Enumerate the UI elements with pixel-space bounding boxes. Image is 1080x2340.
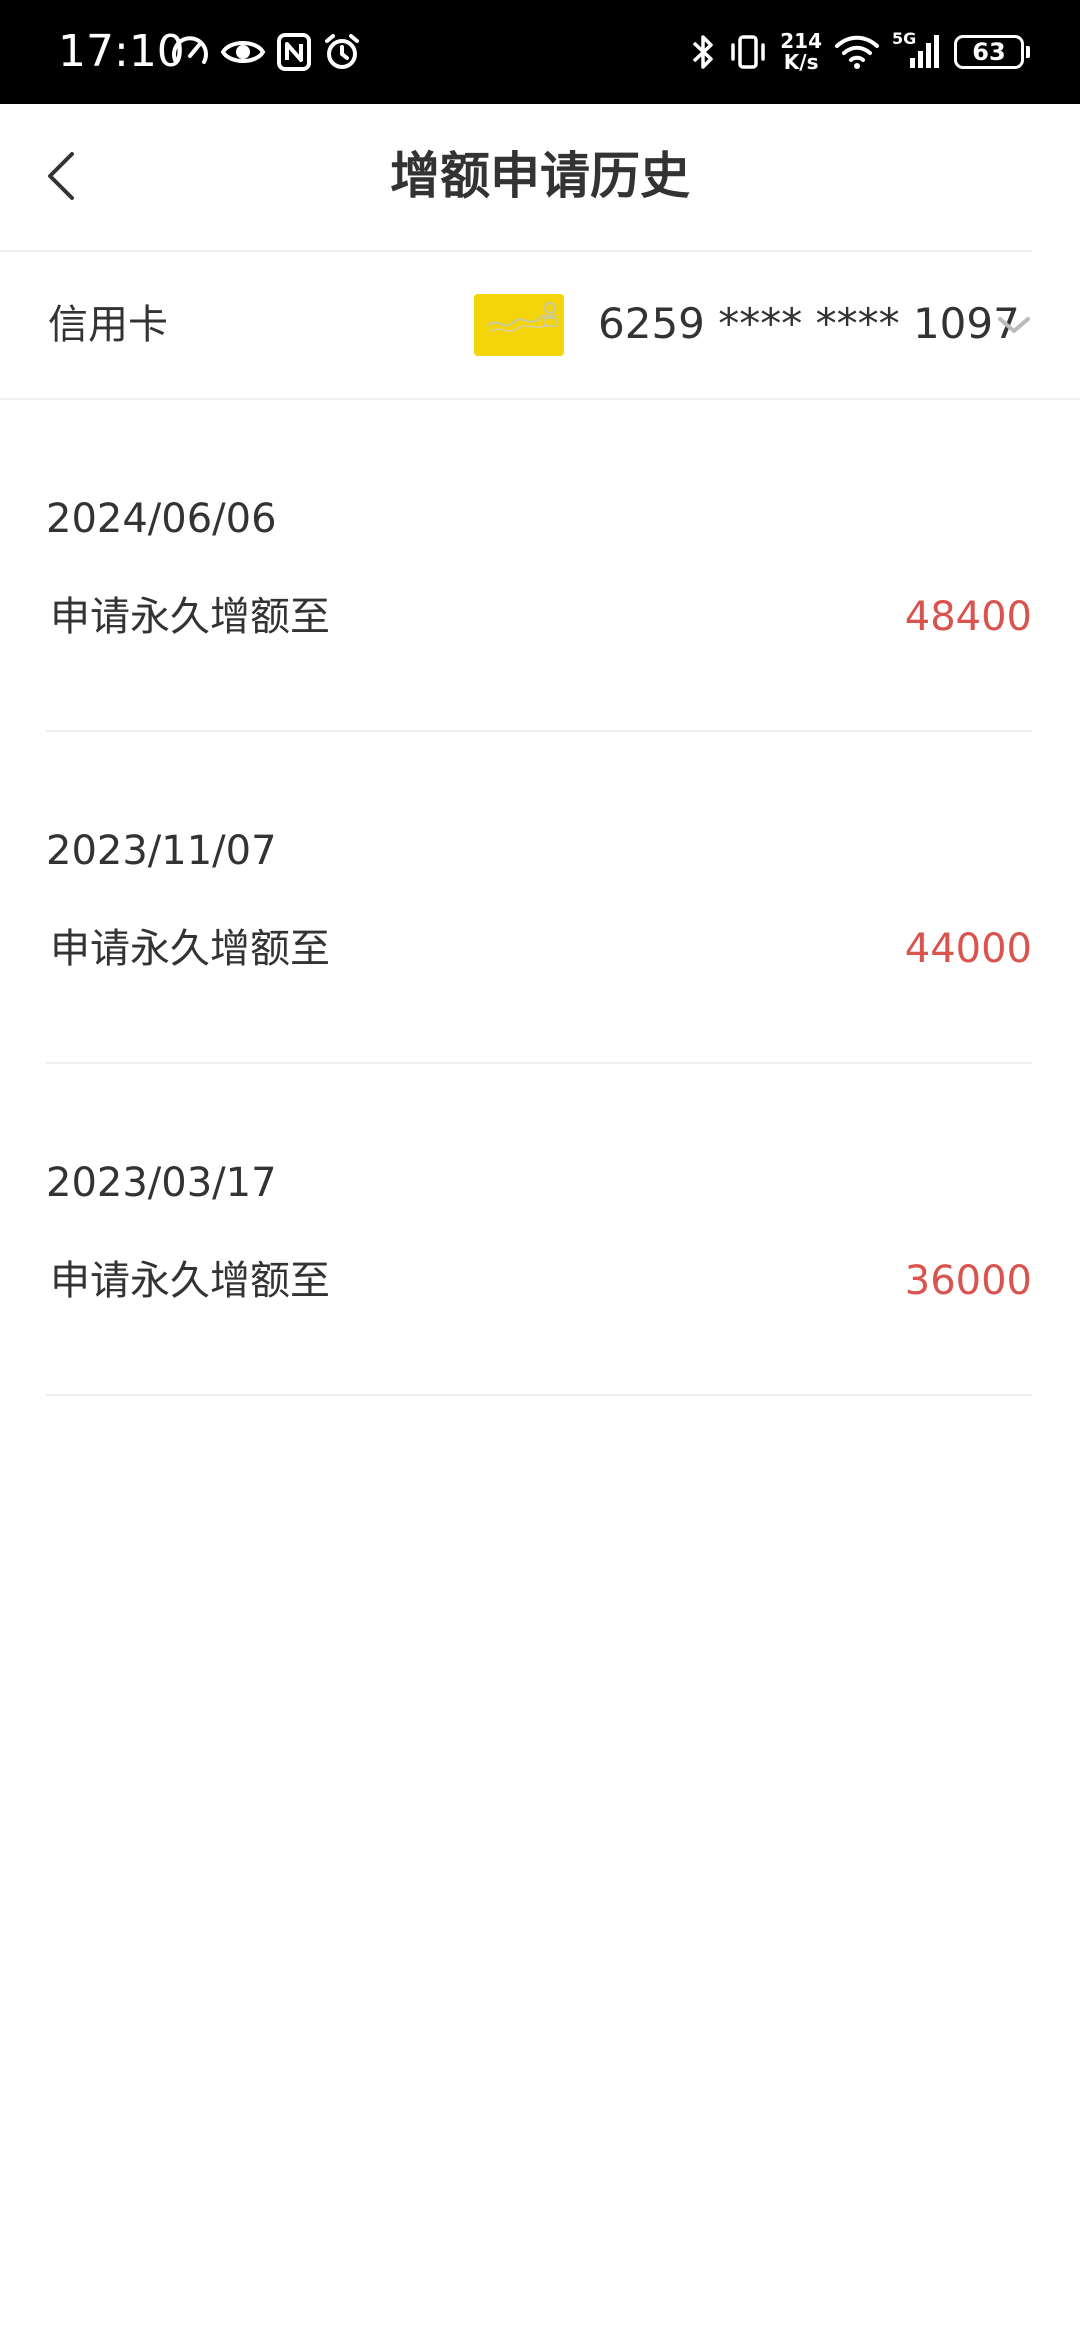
history-amount: 36000 (904, 1258, 1032, 1304)
history-divider (46, 1394, 1032, 1396)
wifi-icon (835, 35, 879, 69)
nav-bar: 增额申请历史 (0, 104, 1080, 250)
history-date: 2023/11/07 (46, 828, 277, 874)
card-selector[interactable]: 信用卡 6259 **** **** 1097 (0, 252, 1080, 398)
history-description: 申请永久增额至 (50, 926, 330, 972)
card-dropdown-toggle[interactable] (994, 310, 1034, 340)
card-type-label: 信用卡 (48, 302, 168, 348)
net-speed-unit: K/s (783, 50, 819, 74)
history-item[interactable]: 2023/11/07 申请永久增额至 44000 (0, 732, 1080, 1064)
net-speed-value: 214 (780, 29, 822, 53)
card-art-icon (474, 294, 564, 356)
history-date: 2024/06/06 (46, 496, 277, 542)
history-amount: 44000 (904, 926, 1032, 972)
eye-icon (220, 41, 266, 63)
net-speed: 214 K/s (780, 31, 822, 73)
history-description: 申请永久增额至 (50, 1258, 330, 1304)
history-date: 2023/03/17 (46, 1160, 277, 1206)
signal-icon (910, 35, 939, 68)
card-number: 6259 **** **** 1097 (598, 299, 1020, 348)
history-description: 申请永久增额至 (50, 594, 330, 640)
cellular-signal: 5G (892, 30, 942, 72)
card-thumbnail (474, 294, 564, 356)
status-right-icons: 214 K/s 5G 63 (690, 24, 1030, 80)
page-title: 增额申请历史 (390, 147, 690, 205)
chevron-down-icon (998, 317, 1030, 333)
gauge-icon (172, 36, 208, 64)
battery-indicator: 63 (954, 35, 1030, 69)
status-bar: 17:10 214 K/s 5G 63 (0, 0, 1080, 104)
status-left-icons (170, 30, 362, 74)
status-time: 17:10 (58, 26, 185, 77)
nfc-icon (277, 33, 311, 71)
history-item[interactable]: 2023/03/17 申请永久增额至 36000 (0, 1064, 1080, 1396)
history-item[interactable]: 2024/06/06 申请永久增额至 48400 (0, 400, 1080, 732)
alarm-icon (325, 34, 359, 69)
history-amount: 48400 (904, 594, 1032, 640)
battery-level: 63 (972, 38, 1006, 66)
bluetooth-icon (693, 35, 713, 69)
history-list: 2024/06/06 申请永久增额至 48400 2023/11/07 申请永久… (0, 400, 1080, 1396)
vibrate-icon (731, 35, 765, 69)
